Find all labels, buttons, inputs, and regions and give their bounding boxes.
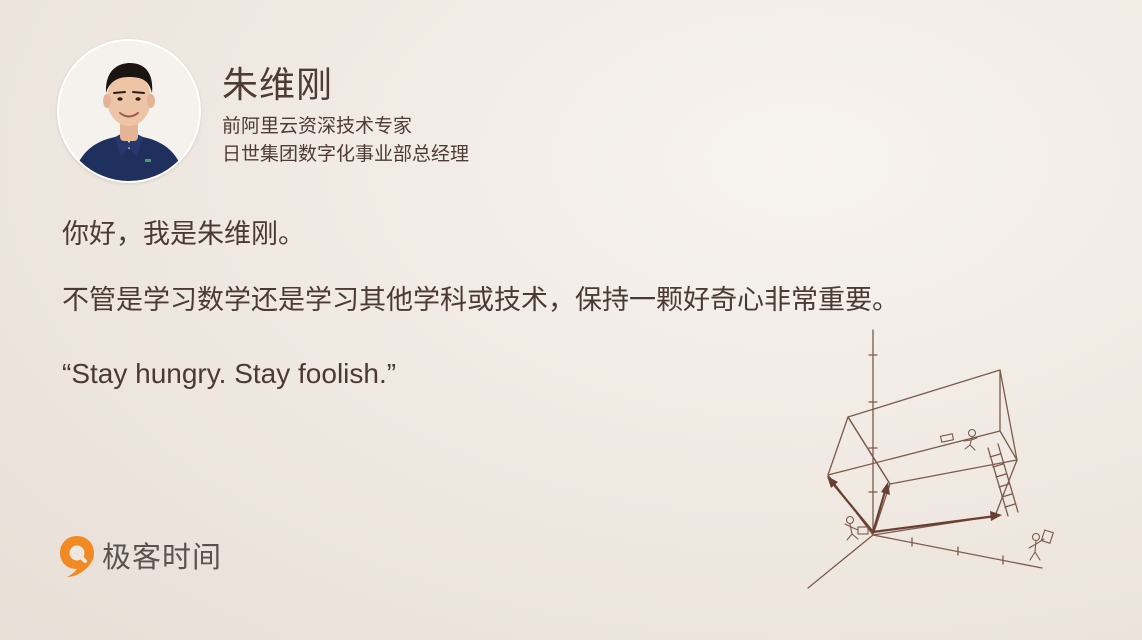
brand-logo: 极客时间 — [58, 534, 222, 580]
author-avatar — [57, 39, 201, 183]
vector-box-sketch-illustration — [807, 329, 1054, 589]
author-title-1: 前阿里云资深技术专家 — [222, 115, 413, 137]
message-text: 不管是学习数学还是学习其他学科或技术，保持一颗好奇心非常重要。 — [62, 285, 899, 316]
brand-name: 极客时间 — [102, 540, 223, 574]
quote-text: “Stay hungry. Stay foolish.” — [62, 358, 397, 389]
greeting-text: 你好，我是朱维刚。 — [62, 219, 305, 250]
author-title-2: 日世集团数字化事业部总经理 — [222, 143, 470, 165]
geektime-logo-icon — [60, 536, 94, 577]
author-name: 朱维刚 — [222, 65, 334, 106]
